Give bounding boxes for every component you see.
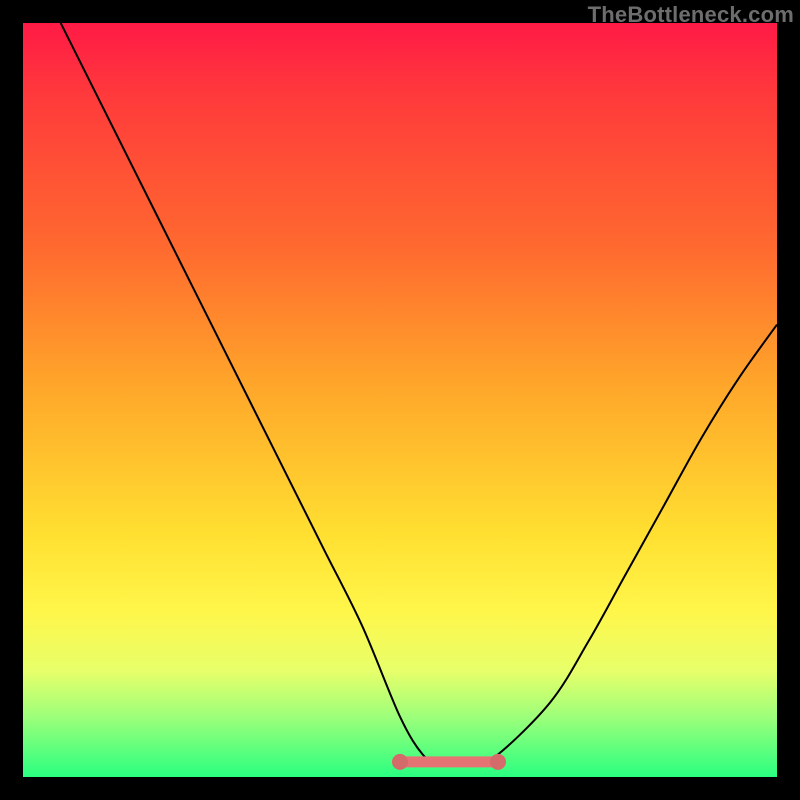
bottleneck-curve	[61, 23, 777, 762]
curve-layer	[23, 23, 777, 777]
plot-area	[23, 23, 777, 777]
watermark-text: TheBottleneck.com	[588, 2, 794, 28]
chart-frame: TheBottleneck.com	[0, 0, 800, 800]
sweet-spot-end-marker	[490, 754, 506, 770]
sweet-spot-start-marker	[392, 754, 408, 770]
